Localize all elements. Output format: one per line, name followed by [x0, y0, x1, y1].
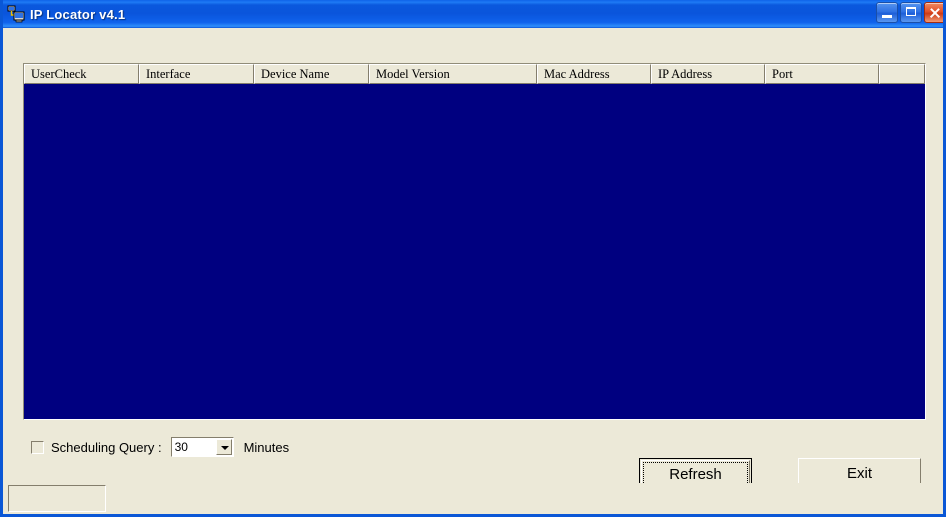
list-column-header[interactable]: Port — [765, 64, 879, 84]
maximize-icon — [906, 7, 916, 16]
ip-locator-window: IP Locator v4.1 UserCheck Interface Device… — [0, 0, 946, 517]
minutes-label: Minutes — [243, 439, 290, 455]
scheduling-query-checkbox[interactable] — [31, 440, 44, 454]
scheduling-query-label: Scheduling Query : — [51, 439, 162, 455]
list-column-header[interactable]: Interface — [139, 64, 254, 84]
status-bar — [3, 483, 943, 514]
status-bar-panel — [8, 485, 106, 512]
network-computer-icon — [7, 5, 25, 23]
interval-combobox[interactable]: 30 — [170, 437, 234, 457]
interval-value: 30 — [174, 440, 188, 454]
client-area: UserCheck Interface Device Name Model Versi… — [3, 28, 943, 514]
window-title: IP Locator v4.1 — [30, 6, 126, 22]
list-column-header[interactable]: UserCheck — [24, 64, 139, 84]
list-column-header[interactable]: Mac Address — [537, 64, 651, 84]
chevron-down-icon — [220, 446, 229, 450]
exit-button-label: Exit — [846, 465, 872, 482]
close-button[interactable] — [924, 2, 943, 23]
list-column-header[interactable] — [879, 64, 925, 84]
list-body[interactable] — [24, 84, 925, 419]
list-column-header[interactable]: IP Address — [651, 64, 765, 84]
device-list-view[interactable]: UserCheck Interface Device Name Model Versi… — [23, 63, 926, 420]
window-controls — [876, 2, 943, 23]
scheduling-query-row: Scheduling Query : 30 Minutes — [31, 436, 289, 458]
list-header-row: UserCheck Interface Device Name Model Versi… — [24, 64, 925, 84]
list-column-header[interactable]: Device Name — [254, 64, 369, 84]
list-column-header[interactable]: Model Version — [369, 64, 537, 84]
title-bar[interactable]: IP Locator v4.1 — [3, 0, 943, 28]
refresh-button-label: Refresh — [669, 466, 722, 483]
interval-dropdown-button[interactable] — [215, 439, 232, 455]
maximize-button[interactable] — [900, 2, 922, 23]
minimize-icon — [882, 15, 892, 18]
minimize-button[interactable] — [876, 2, 898, 23]
